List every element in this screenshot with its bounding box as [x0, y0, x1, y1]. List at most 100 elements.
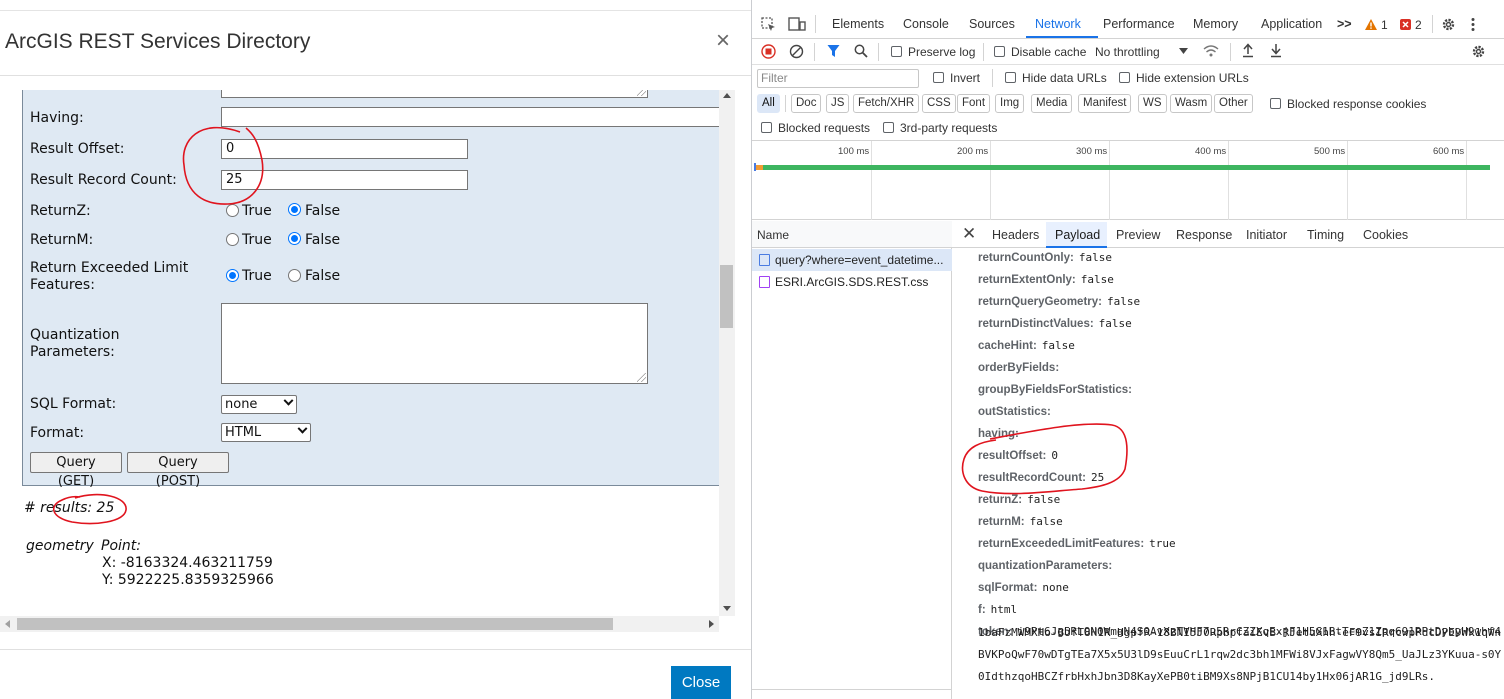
export-har-download-icon[interactable] — [1270, 43, 1282, 58]
scroll-down-arrow-icon[interactable] — [723, 606, 731, 611]
type-ws-button[interactable]: WS — [1138, 94, 1167, 113]
hide-extension-urls-label: Hide extension URLs — [1136, 71, 1249, 85]
tab-network[interactable]: Network — [1035, 17, 1081, 31]
chevron-down-icon — [283, 395, 294, 406]
close-button[interactable]: Close — [671, 666, 731, 699]
dropdown-caret-icon[interactable] — [1179, 48, 1188, 54]
device-toolbar-icon[interactable] — [788, 17, 806, 32]
tab-sources[interactable]: Sources — [969, 17, 1015, 31]
scroll-left-arrow-icon[interactable] — [5, 620, 10, 628]
more-tabs-chevron-icon[interactable]: >> — [1337, 17, 1352, 31]
hide-extension-urls-checkbox[interactable] — [1119, 72, 1130, 83]
detail-tab-headers[interactable]: Headers — [992, 228, 1039, 242]
request-row-css[interactable]: ESRI.ArcGIS.SDS.REST.css — [752, 271, 952, 293]
stylesheet-file-icon — [759, 276, 770, 288]
payload-key: outStatistics: — [978, 406, 1051, 418]
detail-tab-payload[interactable]: Payload — [1055, 228, 1100, 242]
close-detail-icon[interactable]: ✕ — [962, 224, 976, 244]
quantization-textarea[interactable] — [221, 303, 648, 384]
type-wasm-button[interactable]: Wasm — [1170, 94, 1213, 113]
query-post-button[interactable]: Query (POST) — [127, 452, 229, 489]
detail-tab-response[interactable]: Response — [1176, 228, 1232, 242]
exceeded-false-radio[interactable] — [288, 269, 301, 282]
resource-type-filter-row: All Doc JS Fetch/XHR CSS Font Img Media … — [752, 91, 1504, 117]
timeline-start-marker — [754, 163, 756, 171]
record-stop-icon[interactable] — [761, 44, 776, 59]
tab-memory[interactable]: Memory — [1193, 17, 1238, 31]
vertical-scrollbar[interactable] — [719, 90, 735, 616]
type-js-button[interactable]: JS — [826, 94, 850, 113]
scroll-right-arrow-icon[interactable] — [709, 620, 714, 628]
previous-textarea[interactable] — [221, 90, 648, 98]
detail-tab-cookies[interactable]: Cookies — [1363, 228, 1408, 242]
payload-row: returnM: false — [978, 515, 1063, 528]
returnm-true-radio[interactable] — [226, 233, 239, 246]
returnm-false-radio[interactable] — [288, 232, 301, 245]
disable-cache-checkbox[interactable] — [994, 46, 1005, 57]
dialog-footer-divider — [0, 649, 751, 650]
detail-tabbar: ✕ Headers Payload Preview Response Initi… — [952, 221, 1504, 248]
sql-format-select[interactable]: none — [221, 395, 297, 414]
toolbar-separator — [983, 43, 984, 61]
type-media-button[interactable]: Media — [1031, 94, 1073, 113]
tab-application[interactable]: Application — [1261, 17, 1322, 31]
invert-checkbox[interactable] — [933, 72, 944, 83]
dialog-close-icon[interactable]: × — [712, 29, 734, 53]
clear-icon[interactable] — [789, 44, 804, 59]
type-fetch-xhr-button[interactable]: Fetch/XHR — [853, 94, 920, 113]
throttling-select[interactable]: No throttling — [1095, 45, 1160, 59]
warnings-count: 1 — [1381, 18, 1388, 32]
import-har-upload-icon[interactable] — [1242, 43, 1254, 58]
blocked-requests-checkbox[interactable] — [761, 122, 772, 133]
type-css-button[interactable]: CSS — [922, 94, 956, 113]
kebab-menu-icon[interactable] — [1470, 17, 1476, 32]
returnz-true-radio[interactable] — [226, 204, 239, 217]
detail-tab-initiator[interactable]: Initiator — [1246, 228, 1287, 242]
inspect-element-icon[interactable] — [761, 17, 776, 32]
type-all-button[interactable]: All — [757, 94, 780, 113]
detail-tab-timing[interactable]: Timing — [1307, 228, 1344, 242]
query-get-button[interactable]: Query (GET) — [30, 452, 122, 489]
exceeded-true-radio[interactable] — [226, 269, 239, 282]
type-manifest-button[interactable]: Manifest — [1078, 94, 1132, 113]
scroll-up-arrow-icon[interactable] — [723, 93, 731, 98]
network-conditions-wifi-icon[interactable] — [1203, 44, 1219, 58]
type-doc-button[interactable]: Doc — [791, 94, 822, 113]
search-icon[interactable] — [854, 44, 868, 58]
network-overview-timeline[interactable]: 100 ms 200 ms 300 ms 400 ms 500 ms 600 m… — [752, 141, 1504, 220]
blocked-response-cookies-checkbox[interactable] — [1270, 98, 1281, 109]
request-list-header[interactable]: Name — [752, 221, 952, 248]
hide-data-urls-checkbox[interactable] — [1005, 72, 1016, 83]
error-icon[interactable] — [1399, 18, 1412, 31]
returnm-false-label: False — [305, 232, 341, 248]
warning-icon[interactable] — [1364, 18, 1378, 31]
having-input[interactable] — [221, 107, 721, 127]
dialog-scroll-content[interactable]: Having: Result Offset: 0 Result Record C… — [0, 90, 735, 616]
detail-tab-preview[interactable]: Preview — [1116, 228, 1160, 242]
preserve-log-checkbox[interactable] — [891, 46, 902, 57]
type-other-button[interactable]: Other — [1214, 94, 1253, 113]
network-toolbar: Preserve log Disable cache No throttling — [752, 39, 1504, 65]
horizontal-scrollbar[interactable] — [0, 616, 719, 632]
document-file-icon — [759, 254, 770, 266]
active-detail-tab-indicator — [1046, 246, 1107, 248]
type-font-button[interactable]: Font — [957, 94, 991, 113]
format-select[interactable]: HTML — [221, 423, 311, 442]
network-settings-gear-icon[interactable] — [1471, 44, 1486, 59]
result-record-count-input[interactable]: 25 — [221, 170, 468, 190]
filter-funnel-icon[interactable] — [827, 44, 840, 58]
payload-key: cacheHint: — [978, 340, 1037, 352]
type-img-button[interactable]: Img — [995, 94, 1025, 113]
tab-elements[interactable]: Elements — [832, 17, 884, 31]
result-offset-input[interactable]: 0 — [221, 139, 468, 159]
tab-console[interactable]: Console — [903, 17, 949, 31]
filter-input[interactable]: Filter — [757, 69, 919, 88]
request-row-query[interactable]: query?where=event_datetime... — [752, 249, 952, 271]
payload-row: having: — [978, 427, 1024, 440]
tab-performance[interactable]: Performance — [1103, 17, 1175, 31]
returnz-false-radio[interactable] — [288, 203, 301, 216]
vertical-scroll-thumb[interactable] — [720, 265, 733, 328]
third-party-requests-checkbox[interactable] — [883, 122, 894, 133]
settings-gear-icon[interactable] — [1441, 17, 1456, 32]
horizontal-scroll-thumb[interactable] — [17, 618, 613, 630]
